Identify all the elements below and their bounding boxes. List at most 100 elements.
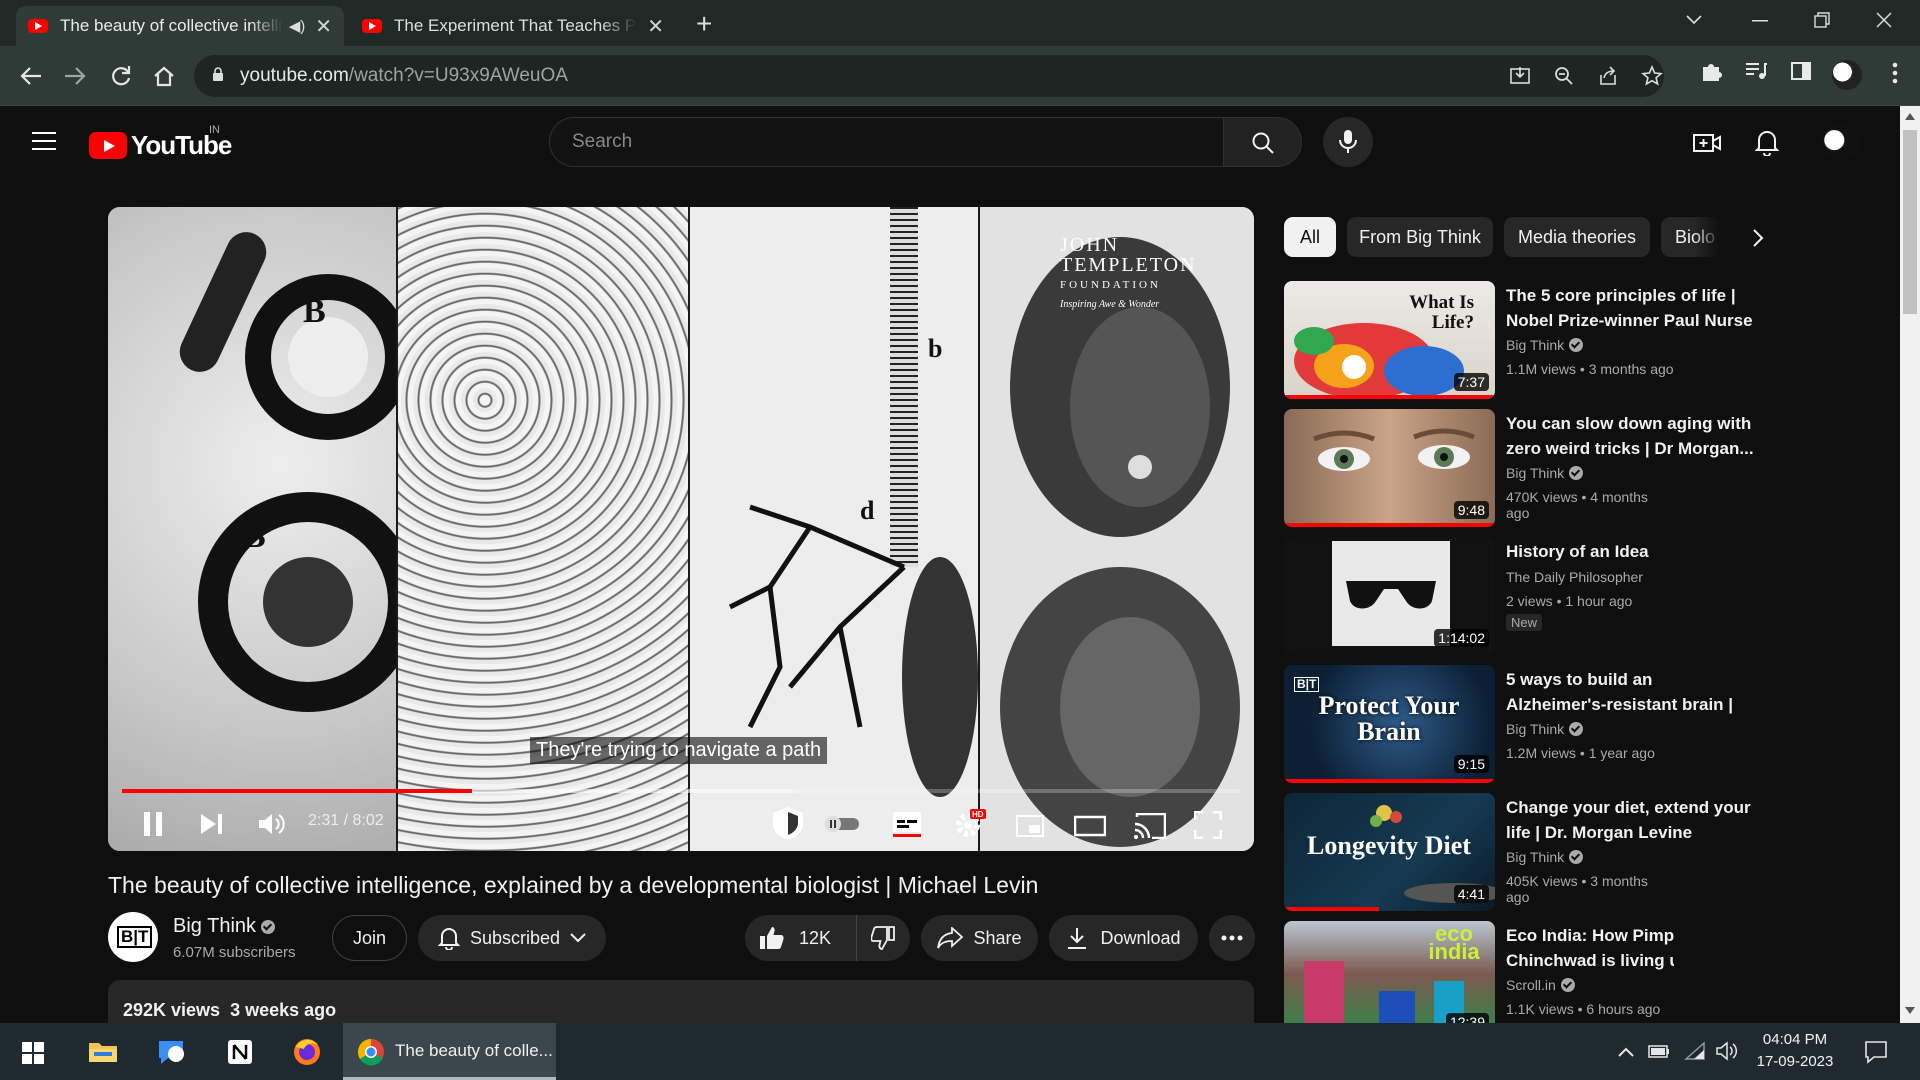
page-scrollbar[interactable] bbox=[1900, 106, 1920, 1023]
chip-from-big-think[interactable]: From Big Think bbox=[1347, 217, 1493, 257]
channel-name[interactable]: The Daily Philosopher bbox=[1506, 569, 1643, 585]
scroll-up-icon[interactable] bbox=[1905, 112, 1915, 120]
minimize-icon[interactable] bbox=[1752, 20, 1768, 22]
chrome-menu-icon[interactable] bbox=[1892, 62, 1898, 84]
media-controls-icon[interactable] bbox=[1745, 60, 1767, 82]
volume-icon[interactable] bbox=[258, 812, 286, 836]
tab-search-chevron-icon[interactable] bbox=[1686, 14, 1702, 26]
browser-tab[interactable]: The Experiment That Teaches People ✕ bbox=[350, 6, 676, 46]
subscribed-button[interactable]: Subscribed bbox=[418, 915, 606, 961]
close-window-icon[interactable] bbox=[1876, 12, 1892, 28]
recommended-video[interactable]: 1:14:02 History of an Idea The Daily Phi… bbox=[1284, 537, 1674, 655]
close-tab-icon[interactable]: ✕ bbox=[647, 14, 664, 39]
channel-name[interactable]: Big Think bbox=[1506, 465, 1584, 481]
show-hidden-icons-chevron-icon[interactable] bbox=[1618, 1047, 1634, 1057]
wifi-icon[interactable] bbox=[1684, 1041, 1706, 1061]
search-box[interactable] bbox=[549, 117, 1224, 167]
lock-icon[interactable] bbox=[212, 67, 224, 81]
video-title[interactable]: Change your diet, extend your life | Dr.… bbox=[1506, 795, 1756, 845]
next-video-icon[interactable] bbox=[200, 813, 224, 835]
video-title[interactable]: Eco India: How Pimpri-Chinchwad is livin… bbox=[1506, 923, 1674, 973]
bookmark-star-icon[interactable] bbox=[1641, 65, 1663, 87]
settings-gear-icon[interactable]: HD bbox=[954, 809, 986, 839]
dislike-button[interactable] bbox=[857, 915, 909, 961]
chip-biology[interactable]: Biolo bbox=[1661, 217, 1721, 257]
messaging-app-icon[interactable] bbox=[156, 1038, 186, 1066]
chevron-right-icon[interactable] bbox=[1752, 228, 1764, 248]
video-thumbnail[interactable]: B|T Protect Your Brain 9:15 bbox=[1284, 665, 1495, 783]
install-app-icon[interactable] bbox=[1510, 66, 1530, 86]
like-button[interactable]: 12K bbox=[745, 915, 857, 961]
home-icon[interactable] bbox=[153, 65, 175, 87]
forward-icon[interactable] bbox=[64, 66, 86, 86]
recommended-video[interactable]: B|T Protect Your Brain 9:15 5 ways to bu… bbox=[1284, 665, 1733, 783]
notifications-bell-icon[interactable] bbox=[1755, 128, 1779, 156]
search-input[interactable] bbox=[550, 118, 1223, 166]
zoom-icon[interactable] bbox=[1554, 66, 1574, 86]
theater-mode-icon[interactable] bbox=[1074, 815, 1106, 837]
fullscreen-icon[interactable] bbox=[1194, 811, 1222, 839]
recommended-video[interactable]: Longevity Diet 4:41 Change your diet, ex… bbox=[1284, 793, 1751, 911]
file-explorer-icon[interactable] bbox=[88, 1039, 118, 1063]
video-title[interactable]: 5 ways to build an Alzheimer's-resistant… bbox=[1506, 667, 1756, 717]
scroll-down-icon[interactable] bbox=[1905, 1007, 1915, 1015]
pause-icon[interactable] bbox=[142, 811, 164, 837]
subtitles-icon[interactable] bbox=[892, 811, 922, 837]
new-tab-button[interactable]: + bbox=[696, 8, 712, 40]
recommended-video[interactable]: 9:48 You can slow down aging with zero w… bbox=[1284, 409, 1754, 527]
share-page-icon[interactable] bbox=[1598, 66, 1618, 86]
restore-icon[interactable] bbox=[1814, 12, 1830, 28]
video-thumbnail[interactable]: Longevity Diet 4:41 bbox=[1284, 793, 1495, 911]
recommended-video[interactable]: eco india 12:39 Eco India: How Pimpri-Ch… bbox=[1284, 921, 1674, 1023]
video-title[interactable]: History of an Idea bbox=[1506, 539, 1756, 564]
sponsorblock-shield-icon[interactable] bbox=[770, 805, 806, 841]
channel-name-text[interactable]: The Daily Philosopher bbox=[1506, 569, 1643, 585]
channel-name-text[interactable]: Big Think bbox=[1506, 337, 1564, 353]
channel-name[interactable]: Big Think bbox=[1506, 849, 1584, 865]
channel-name[interactable]: Big Think bbox=[173, 915, 276, 938]
profile-avatar[interactable] bbox=[1832, 60, 1862, 90]
scrollbar-thumb[interactable] bbox=[1903, 130, 1917, 314]
windows-start-icon[interactable] bbox=[22, 1042, 44, 1064]
channel-name-text[interactable]: Scroll.in bbox=[1506, 977, 1556, 993]
firefox-icon[interactable] bbox=[292, 1037, 322, 1067]
video-title[interactable]: You can slow down aging with zero weird … bbox=[1506, 411, 1756, 461]
more-actions-button[interactable] bbox=[1209, 915, 1255, 961]
video-title[interactable]: The 5 core principles of life | Nobel Pr… bbox=[1506, 283, 1756, 333]
youtube-logo[interactable]: YouTube IN bbox=[89, 124, 232, 161]
notion-icon[interactable] bbox=[226, 1038, 254, 1066]
channel-avatar[interactable]: B|T bbox=[108, 912, 158, 962]
video-thumbnail[interactable]: What Is Life? 7:37 bbox=[1284, 281, 1495, 399]
channel-name[interactable]: Big Think bbox=[1506, 337, 1584, 353]
reload-icon[interactable] bbox=[110, 65, 132, 87]
video-thumbnail[interactable]: eco india 12:39 bbox=[1284, 921, 1495, 1023]
back-icon[interactable] bbox=[20, 66, 42, 86]
channel-name-text[interactable]: Big Think bbox=[1506, 721, 1564, 737]
account-avatar[interactable] bbox=[1821, 123, 1859, 161]
miniplayer-icon[interactable] bbox=[1016, 815, 1044, 837]
share-button[interactable]: Share bbox=[921, 915, 1038, 961]
address-bar[interactable]: youtube.com/watch?v=U93x9AWeuOA bbox=[194, 55, 1664, 97]
channel-name-text[interactable]: Big Think bbox=[173, 915, 256, 937]
channel-name-text[interactable]: Big Think bbox=[1506, 465, 1564, 481]
cast-icon[interactable] bbox=[1134, 813, 1166, 839]
channel-name[interactable]: Scroll.in bbox=[1506, 977, 1575, 993]
channel-name[interactable]: Big Think bbox=[1506, 721, 1584, 737]
video-player[interactable]: B B b d JOHN TEMPLETON FOUNDATION Inspir… bbox=[108, 207, 1254, 851]
extensions-puzzle-icon[interactable] bbox=[1700, 60, 1722, 82]
progress-bar[interactable] bbox=[122, 789, 1240, 793]
browser-tab-active[interactable]: The beauty of collective intelligence ◀)… bbox=[16, 6, 344, 46]
video-thumbnail[interactable]: 1:14:02 bbox=[1284, 537, 1495, 655]
join-button[interactable]: Join bbox=[332, 915, 407, 961]
search-button[interactable] bbox=[1223, 117, 1302, 167]
chip-all[interactable]: All bbox=[1284, 217, 1336, 257]
guide-menu-icon[interactable] bbox=[32, 132, 56, 150]
recommended-video[interactable]: What Is Life? 7:37 The 5 core principles… bbox=[1284, 281, 1753, 399]
volume-tray-icon[interactable] bbox=[1716, 1041, 1738, 1061]
close-tab-icon[interactable]: ✕ bbox=[315, 14, 332, 39]
voice-search-button[interactable] bbox=[1323, 117, 1373, 167]
chip-media-theories[interactable]: Media theories bbox=[1504, 217, 1650, 257]
side-panel-icon[interactable] bbox=[1790, 60, 1812, 82]
create-video-icon[interactable] bbox=[1693, 132, 1721, 154]
channel-name-text[interactable]: Big Think bbox=[1506, 849, 1564, 865]
